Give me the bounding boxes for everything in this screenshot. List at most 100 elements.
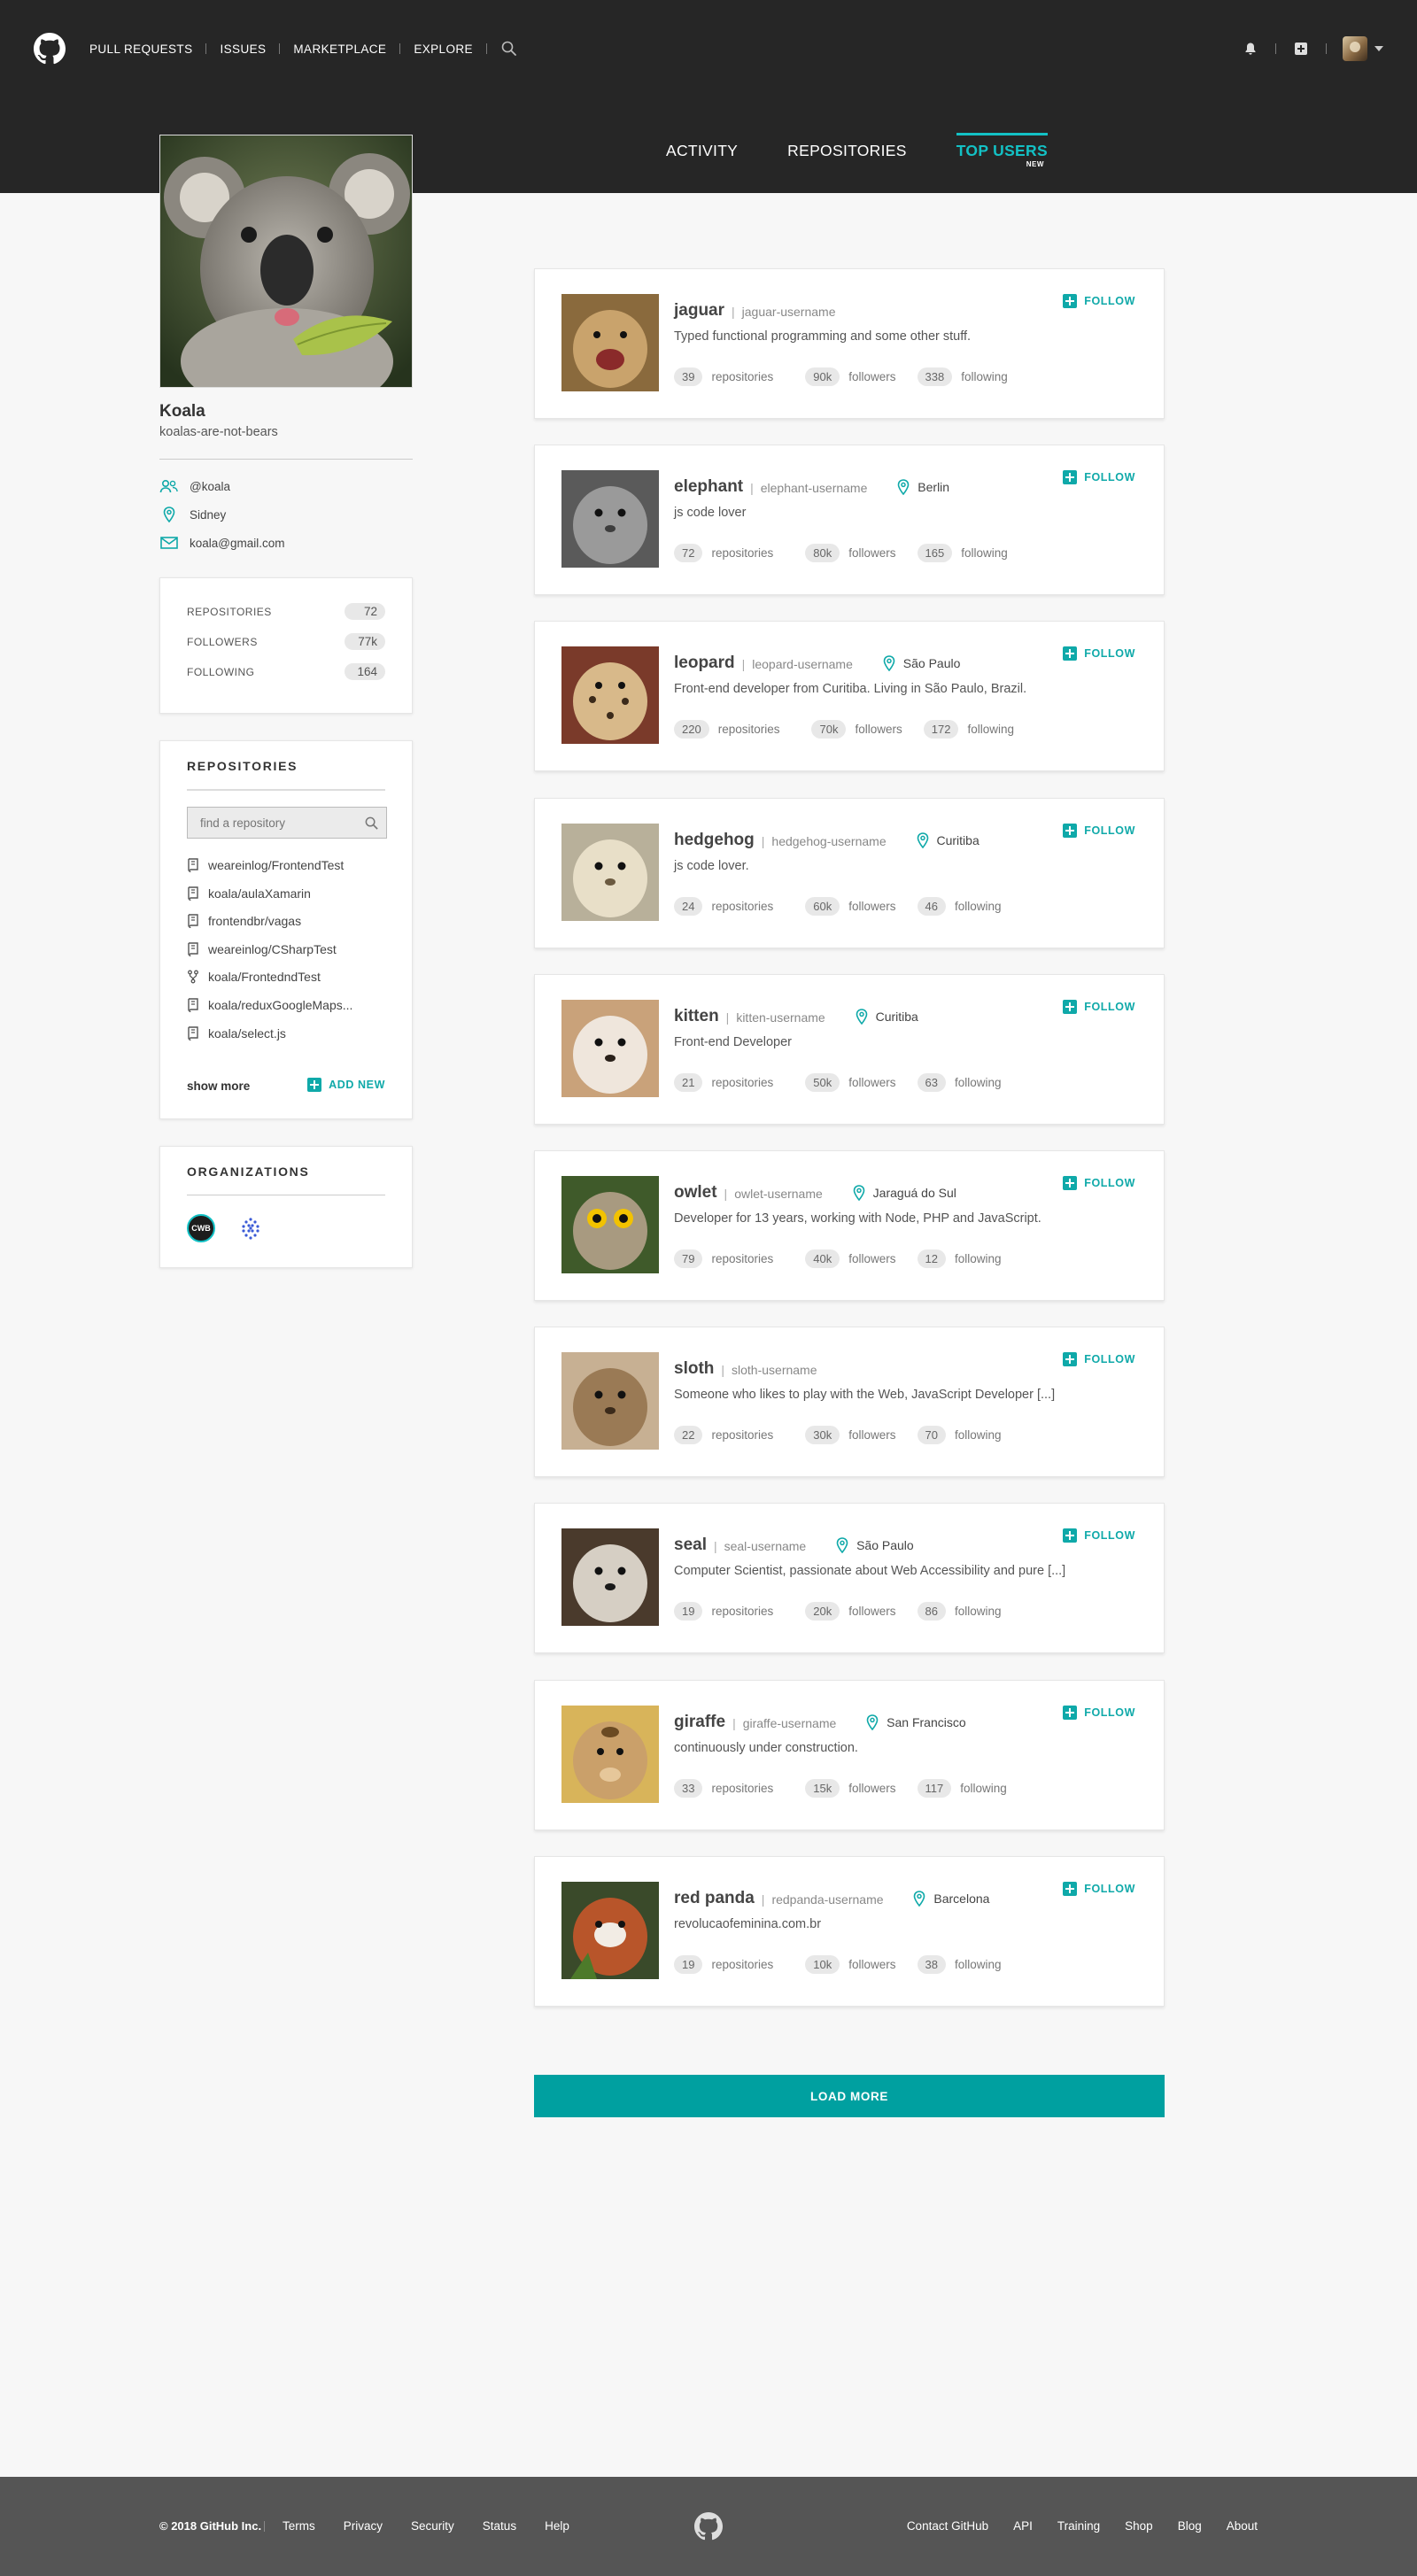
user-stat-repositories[interactable]: 33 repositories (674, 1778, 773, 1798)
repo-search-input[interactable] (200, 816, 364, 830)
user-stat-following[interactable]: 117 following (917, 1778, 1007, 1798)
org-logo-cwb[interactable]: CWB (187, 1214, 215, 1242)
stat-repositories[interactable]: REPOSITORIES 72 (187, 603, 385, 620)
user-avatar[interactable] (561, 999, 659, 1097)
follow-button-elephant[interactable]: FOLLOW (1063, 470, 1135, 485)
footer-link-help[interactable]: Help (545, 2519, 569, 2533)
tab-activity[interactable]: ACTIVITY (666, 129, 738, 182)
user-name[interactable]: jaguar (674, 301, 724, 321)
footer-link-security[interactable]: Security (411, 2519, 454, 2533)
user-stat-followers[interactable]: 90k followers (805, 367, 896, 386)
stat-followers[interactable]: FOLLOWERS 77k (187, 633, 385, 650)
repo-list-item[interactable]: weareinlog/CSharpTest (187, 942, 337, 956)
user-stat-followers[interactable]: 60k followers (805, 896, 896, 916)
repo-list-item[interactable]: koala/reduxGoogleMaps... (187, 998, 352, 1012)
footer-link-shop[interactable]: Shop (1125, 2519, 1153, 2533)
user-name[interactable]: seal (674, 1536, 707, 1555)
user-stat-followers[interactable]: 30k followers (805, 1426, 896, 1445)
plus-square-icon[interactable] (1292, 40, 1310, 58)
user-avatar[interactable] (561, 1881, 659, 1979)
user-stat-repositories[interactable]: 21 repositories (674, 1072, 773, 1092)
footer-link-api[interactable]: API (1013, 2519, 1033, 2533)
footer-link-blog[interactable]: Blog (1178, 2519, 1202, 2533)
user-name[interactable]: hedgehog (674, 831, 755, 850)
user-stat-followers[interactable]: 80k followers (805, 544, 896, 563)
user-stat-repositories[interactable]: 39 repositories (674, 367, 773, 386)
search-icon[interactable] (500, 40, 518, 58)
load-more-button[interactable]: LOAD MORE (534, 2075, 1165, 2117)
follow-button-owlet[interactable]: FOLLOW (1063, 1176, 1135, 1190)
user-stat-repositories[interactable]: 19 repositories (674, 1954, 773, 1974)
user-avatar[interactable] (561, 646, 659, 745)
nav-issues[interactable]: ISSUES (220, 43, 266, 56)
search-icon[interactable] (364, 816, 379, 831)
user-stat-repositories[interactable]: 19 repositories (674, 1602, 773, 1621)
add-new-button[interactable]: ADD NEW (307, 1078, 385, 1092)
follow-button-seal[interactable]: FOLLOW (1063, 1528, 1135, 1543)
user-avatar[interactable] (561, 470, 659, 569)
repo-list-item[interactable]: koala/FrontedndTest (187, 970, 321, 984)
repo-list-item[interactable]: koala/select.js (187, 1026, 286, 1040)
footer-link-status[interactable]: Status (483, 2519, 516, 2533)
follow-button-kitten[interactable]: FOLLOW (1063, 999, 1135, 1014)
nav-pull-requests[interactable]: PULL REQUESTS (89, 43, 192, 56)
avatar[interactable] (1343, 36, 1367, 61)
user-avatar[interactable] (561, 1528, 659, 1627)
user-stat-following[interactable]: 338 following (917, 367, 1008, 386)
user-stat-repositories[interactable]: 220 repositories (674, 720, 779, 739)
tab-repositories[interactable]: REPOSITORIES (787, 129, 907, 182)
footer-link-about[interactable]: About (1227, 2519, 1258, 2533)
user-stat-following[interactable]: 46 following (917, 896, 1002, 916)
nav-explore[interactable]: EXPLORE (414, 43, 473, 56)
user-stat-repositories[interactable]: 22 repositories (674, 1426, 773, 1445)
footer-link-training[interactable]: Training (1057, 2519, 1100, 2533)
user-stat-following[interactable]: 86 following (917, 1602, 1002, 1621)
user-name[interactable]: sloth (674, 1359, 714, 1379)
user-name[interactable]: red panda (674, 1889, 755, 1908)
bell-icon[interactable] (1242, 40, 1259, 58)
follow-button-leopard[interactable]: FOLLOW (1063, 646, 1135, 661)
show-more-link[interactable]: show more (187, 1079, 250, 1093)
repo-list-item[interactable]: frontendbr/vagas (187, 914, 301, 929)
user-stat-following[interactable]: 70 following (917, 1426, 1002, 1445)
follow-button-giraffe[interactable]: FOLLOW (1063, 1705, 1135, 1720)
user-name[interactable]: elephant (674, 477, 743, 497)
repo-list-item[interactable]: koala/aulaXamarin (187, 886, 311, 901)
follow-button-red-panda[interactable]: FOLLOW (1063, 1881, 1135, 1896)
footer-link-terms[interactable]: Terms (283, 2519, 315, 2533)
follow-button-sloth[interactable]: FOLLOW (1063, 1352, 1135, 1367)
follow-button-jaguar[interactable]: FOLLOW (1063, 294, 1135, 308)
footer-link-privacy[interactable]: Privacy (344, 2519, 383, 2533)
user-stat-followers[interactable]: 40k followers (805, 1249, 896, 1268)
stat-following[interactable]: FOLLOWING 164 (187, 663, 385, 680)
user-stat-followers[interactable]: 50k followers (805, 1072, 896, 1092)
user-avatar[interactable] (561, 1176, 659, 1273)
user-name[interactable]: owlet (674, 1183, 717, 1203)
follow-button-hedgehog[interactable]: FOLLOW (1063, 823, 1135, 838)
repo-list-item[interactable]: weareinlog/FrontendTest (187, 858, 344, 872)
user-avatar[interactable] (561, 1352, 659, 1450)
user-name[interactable]: giraffe (674, 1713, 725, 1732)
user-avatar[interactable] (561, 294, 659, 391)
user-stat-following[interactable]: 38 following (917, 1954, 1002, 1974)
tab-top-users[interactable]: TOP USERS NEW (956, 129, 1049, 182)
user-name[interactable]: leopard (674, 654, 735, 673)
user-name[interactable]: kitten (674, 1007, 719, 1026)
nav-marketplace[interactable]: MARKETPLACE (293, 43, 386, 56)
user-stat-following[interactable]: 63 following (917, 1072, 1002, 1092)
footer-link-contact[interactable]: Contact GitHub (907, 2519, 988, 2533)
org-logo-dots[interactable] (236, 1214, 265, 1242)
user-stat-repositories[interactable]: 79 repositories (674, 1249, 773, 1268)
profile-org[interactable]: @koala (190, 480, 230, 493)
github-logo-icon[interactable] (694, 2512, 723, 2541)
user-avatar[interactable] (561, 823, 659, 921)
user-avatar[interactable] (561, 1705, 659, 1803)
user-stat-following[interactable]: 165 following (917, 544, 1008, 563)
user-stat-repositories[interactable]: 24 repositories (674, 896, 773, 916)
user-stat-followers[interactable]: 20k followers (805, 1602, 896, 1621)
user-stat-repositories[interactable]: 72 repositories (674, 544, 773, 563)
user-stat-followers[interactable]: 10k followers (805, 1954, 896, 1974)
user-stat-followers[interactable]: 15k followers (805, 1778, 896, 1798)
user-stat-following[interactable]: 172 following (923, 720, 1014, 739)
github-logo-icon[interactable] (34, 33, 66, 65)
